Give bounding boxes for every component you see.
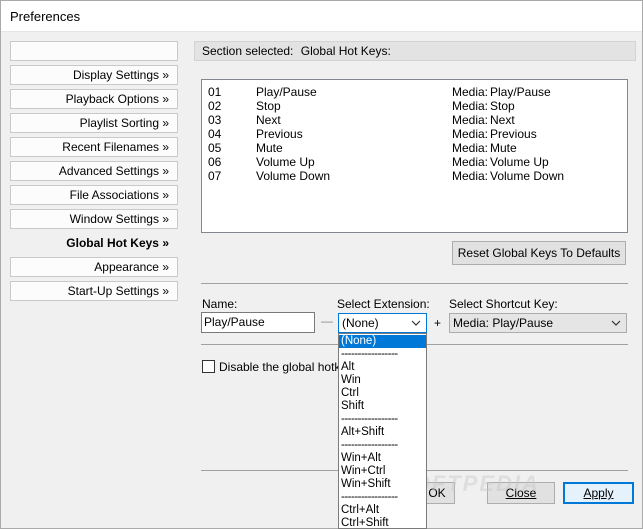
- hotkey-media: Media:: [452, 85, 489, 99]
- list-item[interactable]: 05 Mute Media: Mute: [202, 141, 627, 155]
- list-item[interactable]: 07 Volume Down Media: Volume Down: [202, 169, 627, 183]
- divider: [201, 283, 628, 284]
- dropdown-option-shift[interactable]: Shift: [339, 400, 426, 413]
- hotkey-media: Media:: [452, 141, 489, 155]
- sidebar-item-file-associations[interactable]: File Associations »: [10, 185, 178, 205]
- dropdown-option-ctrl-shift[interactable]: Ctrl+Shift: [339, 517, 426, 529]
- extension-dropdown-list[interactable]: (None) ----------------- Alt Win Ctrl Sh…: [338, 333, 427, 529]
- dropdown-option-win-ctrl[interactable]: Win+Ctrl: [339, 465, 426, 478]
- sidebar-item-playback-options[interactable]: Playback Options »: [10, 89, 178, 109]
- extension-select-value: (None): [342, 316, 379, 330]
- apply-button[interactable]: Apply: [563, 482, 634, 504]
- hotkey-number: 01: [208, 85, 222, 99]
- plus-separator: +: [434, 316, 442, 330]
- shortcut-label: Select Shortcut Key:: [449, 297, 558, 311]
- sidebar-item-blank[interactable]: [10, 41, 178, 61]
- hotkey-media: Media:: [452, 113, 489, 127]
- hotkey-name: Volume Down: [256, 169, 331, 183]
- name-label: Name:: [202, 297, 238, 311]
- dropdown-separator: -----------------: [341, 413, 398, 425]
- list-item[interactable]: 02 Stop Media: Stop: [202, 99, 627, 113]
- hotkey-action: Previous: [490, 127, 537, 141]
- hotkey-action: Mute: [490, 141, 517, 155]
- hotkey-action: Next: [490, 113, 515, 127]
- extension-select[interactable]: (None): [338, 313, 427, 333]
- dash-separator: —: [321, 314, 333, 328]
- window-title: Preferences: [10, 9, 81, 24]
- hotkey-media: Media:: [452, 127, 489, 141]
- hotkey-number: 07: [208, 169, 222, 183]
- shortcut-select[interactable]: Media: Play/Pause: [449, 313, 627, 333]
- hotkey-action: Volume Up: [490, 155, 549, 169]
- extension-label: Select Extension:: [337, 297, 430, 311]
- hotkey-number: 06: [208, 155, 222, 169]
- sidebar-item-advanced-settings[interactable]: Advanced Settings »: [10, 161, 178, 181]
- hotkey-list[interactable]: 01 Play/Pause Media: Play/Pause 02 Stop …: [201, 79, 628, 233]
- hotkey-media: Media:: [452, 155, 489, 169]
- sidebar-item-playlist-sorting[interactable]: Playlist Sorting »: [10, 113, 178, 133]
- section-label: Section selected:: [202, 44, 294, 58]
- dropdown-option-win-alt[interactable]: Win+Alt: [339, 452, 426, 465]
- dropdown-separator: -----------------: [341, 491, 398, 503]
- dropdown-option-alt-shift[interactable]: Alt+Shift: [339, 426, 426, 439]
- chevron-down-icon: [611, 320, 621, 326]
- sidebar-item-window-settings[interactable]: Window Settings »: [10, 209, 178, 229]
- sidebar-item-appearance[interactable]: Appearance »: [10, 257, 178, 277]
- list-item[interactable]: 06 Volume Up Media: Volume Up: [202, 155, 627, 169]
- chevron-down-icon: [411, 320, 421, 326]
- dropdown-option-ctrl-alt[interactable]: Ctrl+Alt: [339, 504, 426, 517]
- list-item[interactable]: 03 Next Media: Next: [202, 113, 627, 127]
- hotkey-name: Mute: [256, 141, 283, 155]
- hotkey-action: Stop: [490, 99, 515, 113]
- hotkey-action: Play/Pause: [490, 85, 551, 99]
- hotkey-number: 05: [208, 141, 222, 155]
- hotkey-name: Next: [256, 113, 281, 127]
- hotkey-name: Previous: [256, 127, 303, 141]
- dropdown-option-alt[interactable]: Alt: [339, 361, 426, 374]
- title-bar: Preferences: [1, 1, 642, 32]
- hotkey-name: Stop: [256, 99, 281, 113]
- hotkey-number: 03: [208, 113, 222, 127]
- hotkey-number: 02: [208, 99, 222, 113]
- shortcut-select-value: Media: Play/Pause: [453, 316, 554, 330]
- disable-hotkeys-checkbox[interactable]: [202, 360, 215, 373]
- section-header: Section selected: Global Hot Keys:: [194, 41, 636, 61]
- dropdown-separator: -----------------: [341, 348, 398, 360]
- section-value: Global Hot Keys:: [300, 44, 391, 58]
- reset-global-keys-button[interactable]: Reset Global Keys To Defaults: [452, 241, 626, 265]
- list-item[interactable]: 04 Previous Media: Previous: [202, 127, 627, 141]
- dropdown-option-ctrl[interactable]: Ctrl: [339, 387, 426, 400]
- dropdown-option-none[interactable]: (None): [339, 335, 426, 348]
- dropdown-separator: -----------------: [341, 439, 398, 451]
- preferences-window: Preferences Display Settings » Playback …: [0, 0, 643, 529]
- dropdown-option-win-shift[interactable]: Win+Shift: [339, 478, 426, 491]
- hotkey-number: 04: [208, 127, 222, 141]
- sidebar-item-start-up-settings[interactable]: Start-Up Settings »: [10, 281, 178, 301]
- hotkey-name: Volume Up: [256, 155, 315, 169]
- hotkey-action: Volume Down: [490, 169, 565, 183]
- name-input[interactable]: Play/Pause: [201, 312, 315, 333]
- sidebar-item-recent-filenames[interactable]: Recent Filenames »: [10, 137, 178, 157]
- list-item[interactable]: 01 Play/Pause Media: Play/Pause: [202, 85, 627, 99]
- close-button[interactable]: Close: [487, 482, 555, 504]
- dropdown-option-win[interactable]: Win: [339, 374, 426, 387]
- hotkey-media: Media:: [452, 99, 489, 113]
- sidebar-item-global-hot-keys[interactable]: Global Hot Keys »: [10, 233, 178, 253]
- hotkey-media: Media:: [452, 169, 489, 183]
- hotkey-name: Play/Pause: [256, 85, 317, 99]
- sidebar-item-display-settings[interactable]: Display Settings »: [10, 65, 178, 85]
